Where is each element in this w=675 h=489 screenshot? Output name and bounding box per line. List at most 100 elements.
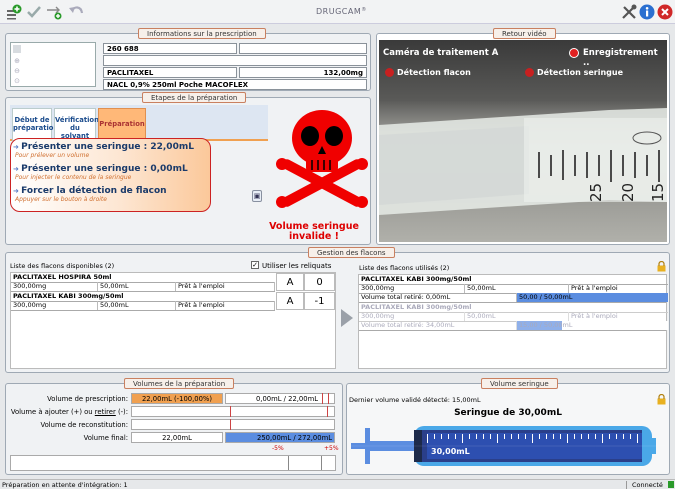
syringe-detect-dot-icon [525,68,534,77]
syringe-tick [504,434,505,439]
syringe-graphic: 30,00mL [351,420,665,470]
use-leftovers-label: Utiliser les reliquats [262,262,332,270]
undo-icon[interactable] [68,4,84,20]
add-volume-input[interactable] [131,406,335,417]
alert-message: Volume seringue invalide ! [256,222,372,242]
used-vial-row[interactable]: PACLITAXEL KABI 300mg/50ml 300,00mg 50,0… [359,275,668,302]
syringe-tick [434,434,435,439]
vials-legend: Gestion des flacons [308,247,395,258]
prescription-ratio-marker [328,393,329,404]
tolerance-minus-label: -5% [272,445,284,452]
used-vial-gauge: 50,00 / 50,00mL [517,293,668,302]
drug-name-field: PACLITAXEL [103,67,237,78]
add-volume-marker [230,406,231,417]
prescription-ratio-marker [322,393,323,404]
add-volume-label-post: (-): [115,408,128,416]
instruction-3-sub: Appuyer sur le bouton à droite [15,196,107,203]
add-volume-label: Volume à ajouter (+) ou retirer (-): [6,408,128,416]
check-icon[interactable] [26,4,42,20]
reconstitution-volume-marker [230,419,231,430]
instruction-1-title: Présenter une seringue : 22,00mL [21,142,194,152]
arrow-icon: ➜ [13,165,19,173]
syringe-tick [441,434,442,439]
use-leftovers-checkbox[interactable]: ✓ [251,261,259,269]
available-vials-table: PACLITAXEL HOSPIRA 50ml 300,00mg 50,00mL… [10,272,336,369]
info-icon[interactable] [639,4,655,20]
prescription-volume-ratio: 0,00mL / 22,00mL [225,393,335,404]
final-volume-ratio: 250,00mL / 272,00mL [225,432,335,443]
status-bar: Préparation en attente d'intégration: 1 … [0,479,675,489]
tolerance-tick [288,456,289,470]
tab-start-line1: Début de [14,116,50,124]
syringe-tick [553,434,554,439]
tools-icon[interactable] [621,4,637,20]
syringe-value-label: 30,00mL [431,447,470,456]
used-vial-ratio: 50,00 / 50,00mL [519,293,573,301]
svg-text:25: 25 [587,183,605,202]
svg-text:20: 20 [619,183,637,202]
used-vial-qty: 300,00mg [359,284,465,293]
vial-row[interactable]: PACLITAXEL KABI 300mg/50ml 300,00mg 50,0… [11,292,275,310]
add-list-icon[interactable] [6,4,22,20]
zoom-out-icon[interactable]: ⊖ [13,67,21,75]
drugcam-logo: DRUGCAM® [316,7,367,16]
pending-status: Préparation en attente d'intégration: 1 [2,481,128,489]
patient-photo-box: ⊕ ⊖ ⊙ [10,42,96,87]
syringe-tick [595,434,596,439]
syringe-tick [462,434,463,443]
vial-name: PACLITAXEL HOSPIRA 50ml [13,273,112,281]
final-volume-label: Volume final: [83,434,128,442]
tab-start-preparation[interactable]: Début de préparation [12,108,59,141]
transfer-icon[interactable] [46,4,64,20]
syringe-tick [560,434,561,439]
last-volume-text: Dernier volume validé détecté: 15,00mL [349,396,481,404]
svg-text:15: 15 [649,183,667,202]
vial-qty: 300,00mg [11,282,98,291]
used-vial-gauge: 15,00 / 50,00mL [517,321,668,330]
reconstitution-volume-input[interactable] [131,419,335,430]
used-vial-name: PACLITAXEL KABI 300mg/50ml [361,275,472,283]
add-volume-label-pre: Volume à ajouter (+) ou [10,408,95,416]
prescription-volume-value: 22,00mL (-100,00%) [131,393,223,404]
instruction-2-sub: Pour injecter le contenu de la seringue [15,174,132,181]
used-vial-name: PACLITAXEL KABI 300mg/50ml [361,303,472,311]
syringe-tick [427,434,428,443]
force-detect-button[interactable]: ▣ [252,190,262,202]
instruction-3: ➜ Forcer la détection de flacon Appuyer … [13,186,208,203]
used-vials-title: Liste des flacons utilisés (2) [359,264,450,272]
tolerance-gauge [10,455,336,471]
syringe-tick [476,434,477,439]
volumes-panel: Volumes de la préparation Volume de pres… [5,378,343,475]
steps-panel: Etapes de la préparation Début de prépar… [5,92,372,245]
used-vial-qty: 300,00mg [359,312,465,321]
video-feed: 25 20 15 Caméra de traitement A Enregist… [379,40,667,242]
used-vial-ratio: 15,00 / 50,00mL [519,321,573,329]
zoom-in-icon[interactable]: ⊕ [13,57,21,65]
vial-vol: 50,00mL [98,301,176,310]
syringe-tick [637,434,638,443]
used-vial-total: Volume total retiré: 34,00mL [359,321,517,330]
prescription-id-field: 260 688 [103,43,237,54]
close-icon[interactable] [657,4,673,20]
lock-icon[interactable] [657,261,666,272]
vial-detect-dot-icon [385,68,394,77]
move-vial-arrow-icon[interactable] [340,309,354,327]
tab-start-line2: préparation [13,124,59,132]
vial-type-cell: A [276,273,304,291]
syringe-title: Seringue de 30,00mL [454,408,562,418]
syringe-tick [567,434,568,443]
tab-solvent-check[interactable]: Vérification du solvant [54,108,99,141]
used-vial-row[interactable]: PACLITAXEL KABI 300mg/50ml 300,00mg 50,0… [359,303,668,330]
tab-preparation[interactable]: Préparation [98,108,146,141]
instruction-1-sub: Pour prélever un volume [15,152,90,159]
vial-row[interactable]: PACLITAXEL HOSPIRA 50ml 300,00mg 50,00mL… [11,273,275,291]
vial-status: Prêt à l'emploi [176,301,275,310]
instruction-2: ➜ Présenter une seringue : 0,00mL Pour i… [13,164,208,181]
syringe-tick [539,434,540,439]
lock-icon[interactable] [657,394,666,405]
drug-dose-field: 132,00mg [239,67,367,78]
recording-dot-icon [569,48,579,58]
zoom-fit-icon[interactable]: ⊙ [13,77,21,85]
used-vial-vol: 50,00mL [465,312,569,321]
syringe-tick [532,434,533,443]
